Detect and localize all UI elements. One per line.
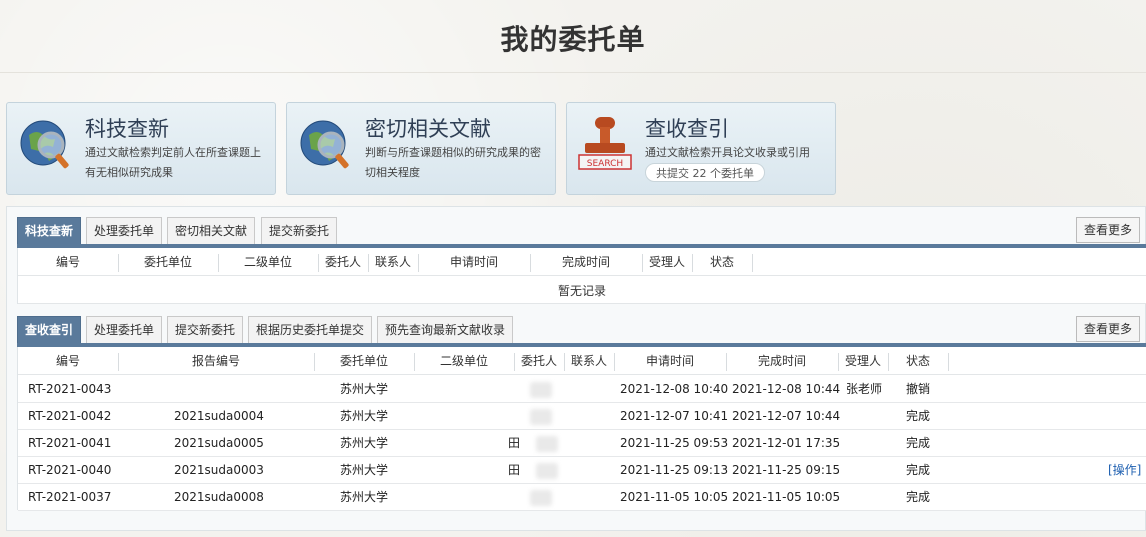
- column-header: 委托单位: [143, 255, 192, 269]
- card-related-literature[interactable]: 密切相关文献 判断与所查课题相似的研究成果的密切相关程度: [286, 102, 556, 195]
- unit: 苏州大学: [340, 409, 389, 423]
- redacted-name: [530, 490, 552, 506]
- tab-novelty-search[interactable]: 科技查新: [17, 217, 81, 245]
- redacted-name: [530, 382, 552, 398]
- card-title: 科技查新: [85, 117, 169, 141]
- citation-table: 编号 报告编号 委托单位 二级单位 委托人 联系人 申请时间 完成时间 受理人 …: [17, 347, 1146, 511]
- table-row[interactable]: RT-2021-0042 2021suda0004 苏州大学 2021-12-0…: [18, 403, 1146, 430]
- operate-link[interactable]: [操作]: [1108, 457, 1141, 484]
- status: 撤销: [906, 382, 931, 396]
- redacted-name: [536, 436, 558, 452]
- order-id: RT-2021-0037: [28, 490, 112, 504]
- column-header: 联系人: [374, 255, 411, 269]
- column-header: 申请时间: [449, 255, 498, 269]
- table-header: 编号 委托单位 二级单位 委托人 联系人 申请时间 完成时间 受理人 状态: [18, 248, 1146, 276]
- column-divider: [752, 254, 753, 272]
- column-header: 委托人: [324, 255, 361, 269]
- redacted-name: [536, 463, 558, 479]
- report-id: 2021suda0003: [174, 463, 264, 477]
- done-time: 2021-12-01 17:35: [732, 436, 841, 450]
- card-description: 通过文献检索开具论文收录或引用: [645, 146, 810, 159]
- table-header: 编号 报告编号 委托单位 二级单位 委托人 联系人 申请时间 完成时间 受理人 …: [18, 347, 1146, 375]
- order-id: RT-2021-0043: [28, 382, 112, 396]
- report-id: 2021suda0008: [174, 490, 264, 504]
- applicant: 田: [508, 436, 521, 450]
- title-divider: [0, 72, 1146, 73]
- tab-submit-from-history[interactable]: 根据历史委托单提交: [248, 316, 372, 344]
- order-id: RT-2021-0041: [28, 436, 112, 450]
- globe-magnifier-icon: [300, 120, 349, 169]
- unit: 苏州大学: [340, 436, 389, 450]
- tab-process-orders[interactable]: 处理委托单: [86, 316, 162, 344]
- column-header: 二级单位: [243, 255, 292, 269]
- tab-process-orders[interactable]: 处理委托单: [86, 217, 162, 245]
- done-time: 2021-12-07 10:44: [732, 409, 841, 423]
- svg-text:SEARCH: SEARCH: [587, 159, 623, 169]
- table-row[interactable]: RT-2021-0041 2021suda0005 苏州大学 田 2021-11…: [18, 430, 1146, 457]
- applied-time: 2021-12-07 10:41: [620, 409, 729, 423]
- unit: 苏州大学: [340, 463, 389, 477]
- table-row[interactable]: RT-2021-0040 2021suda0003 苏州大学 田 2021-11…: [18, 457, 1146, 484]
- column-header: 二级单位: [439, 354, 488, 368]
- done-time: 2021-11-25 09:15: [732, 463, 841, 477]
- column-header: 受理人: [648, 255, 685, 269]
- table-row[interactable]: RT-2021-0037 2021suda0008 苏州大学 2021-11-0…: [18, 484, 1146, 511]
- unit: 苏州大学: [340, 382, 389, 396]
- globe-magnifier-icon: [20, 120, 69, 169]
- card-novelty-search[interactable]: 科技查新 通过文献检索判定前人在所查课题上有无相似研究成果: [6, 102, 276, 195]
- table-row[interactable]: RT-2021-0043 苏州大学 2021-12-08 10:40 2021-…: [18, 376, 1146, 403]
- column-header: 完成时间: [757, 354, 806, 368]
- column-header: 编号: [55, 354, 80, 368]
- search-stamp-icon: SEARCH: [578, 117, 632, 170]
- card-description: 判断与所查课题相似的研究成果的密切相关程度: [365, 146, 541, 179]
- page-title: 我的委托单: [500, 23, 646, 56]
- status: 完成: [906, 436, 931, 450]
- column-header: 联系人: [570, 354, 607, 368]
- tab-related-literature[interactable]: 密切相关文献: [167, 217, 255, 245]
- column-header: 申请时间: [645, 354, 694, 368]
- card-title: 查收查引: [645, 117, 729, 141]
- column-header: 编号: [55, 255, 80, 269]
- tab-submit-new-order[interactable]: 提交新委托: [261, 217, 337, 245]
- empty-state: 暂无记录: [18, 278, 1146, 304]
- column-divider: [948, 353, 949, 371]
- card-description: 通过文献检索判定前人在所查课题上有无相似研究成果: [85, 146, 261, 179]
- applicant: 田: [508, 463, 521, 477]
- done-time: 2021-12-08 10:44: [732, 382, 841, 396]
- report-id: 2021suda0004: [174, 409, 264, 423]
- applied-time: 2021-11-25 09:53: [620, 436, 729, 450]
- submission-count-badge: 共提交 22 个委托单: [645, 163, 765, 182]
- redacted-name: [530, 409, 552, 425]
- status: 完成: [906, 463, 931, 477]
- unit: 苏州大学: [340, 490, 389, 504]
- status: 完成: [906, 409, 931, 423]
- tab-citation-search[interactable]: 查收查引: [17, 316, 81, 344]
- done-time: 2021-11-05 10:05: [732, 490, 841, 504]
- column-header: 状态: [905, 354, 930, 368]
- tab-submit-new-order[interactable]: 提交新委托: [167, 316, 243, 344]
- column-header: 委托单位: [339, 354, 388, 368]
- column-header: 受理人: [844, 354, 881, 368]
- card-citation-search[interactable]: SEARCH 查收查引 通过文献检索开具论文收录或引用 共提交 22 个委托单: [566, 102, 836, 195]
- column-header: 状态: [709, 255, 734, 269]
- view-more-button[interactable]: 查看更多: [1076, 217, 1140, 243]
- order-id: RT-2021-0040: [28, 463, 112, 477]
- column-header: 报告编号: [191, 354, 240, 368]
- status: 完成: [906, 490, 931, 504]
- applied-time: 2021-11-25 09:13: [620, 463, 729, 477]
- column-header: 委托人: [520, 354, 557, 368]
- report-id: 2021suda0005: [174, 436, 264, 450]
- tab-prequery-latest[interactable]: 预先查询最新文献收录: [377, 316, 513, 344]
- novelty-table: 编号 委托单位 二级单位 委托人 联系人 申请时间 完成时间 受理人 状态 暂无…: [17, 248, 1146, 304]
- view-more-button[interactable]: 查看更多: [1076, 316, 1140, 342]
- applied-time: 2021-11-05 10:05: [620, 490, 729, 504]
- column-header: 完成时间: [561, 255, 610, 269]
- handler: 张老师: [846, 382, 883, 396]
- order-id: RT-2021-0042: [28, 409, 112, 423]
- card-title: 密切相关文献: [365, 117, 491, 141]
- applied-time: 2021-12-08 10:40: [620, 382, 729, 396]
